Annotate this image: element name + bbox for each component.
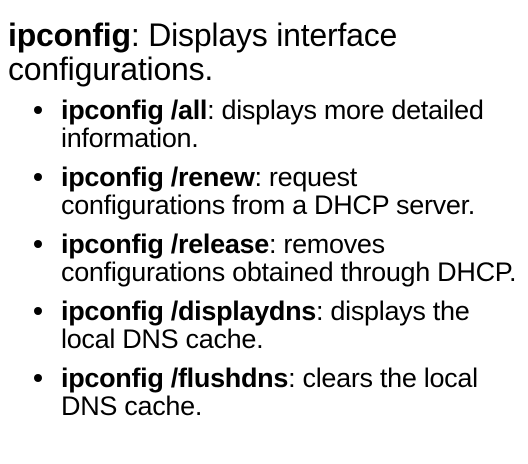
- sub-bullet-command: ipconfig /flushdns: [61, 363, 289, 393]
- bullet-dot-icon: [34, 106, 42, 114]
- sub-bullet-command: ipconfig /all: [61, 95, 208, 125]
- slide: ipconfig: Displays interface configurati…: [0, 0, 528, 464]
- bullet-dot-icon: [34, 240, 42, 248]
- bullet-dot-icon: [34, 307, 42, 315]
- main-bullet: ipconfig: Displays interface configurati…: [8, 18, 518, 86]
- bullet-dot-icon: [34, 374, 42, 382]
- sub-bullet-displaydns: ipconfig /displaydns: displays the local…: [0, 297, 528, 353]
- sub-bullet-command: ipconfig /displaydns: [61, 296, 317, 326]
- sub-bullet-list: ipconfig /all: displays more detailed in…: [0, 96, 528, 431]
- bullet-dot-icon: [34, 173, 42, 181]
- sub-bullet-command: ipconfig /release: [61, 229, 269, 259]
- sub-bullet-flushdns: ipconfig /flushdns: clears the local DNS…: [0, 364, 528, 420]
- sub-bullet-command: ipconfig /renew: [61, 162, 255, 192]
- sub-bullet-all: ipconfig /all: displays more detailed in…: [0, 96, 528, 152]
- sub-bullet-renew: ipconfig /renew: request configurations …: [0, 163, 528, 219]
- sub-bullet-release: ipconfig /release: removes configuration…: [0, 230, 528, 286]
- main-command: ipconfig: [8, 17, 131, 53]
